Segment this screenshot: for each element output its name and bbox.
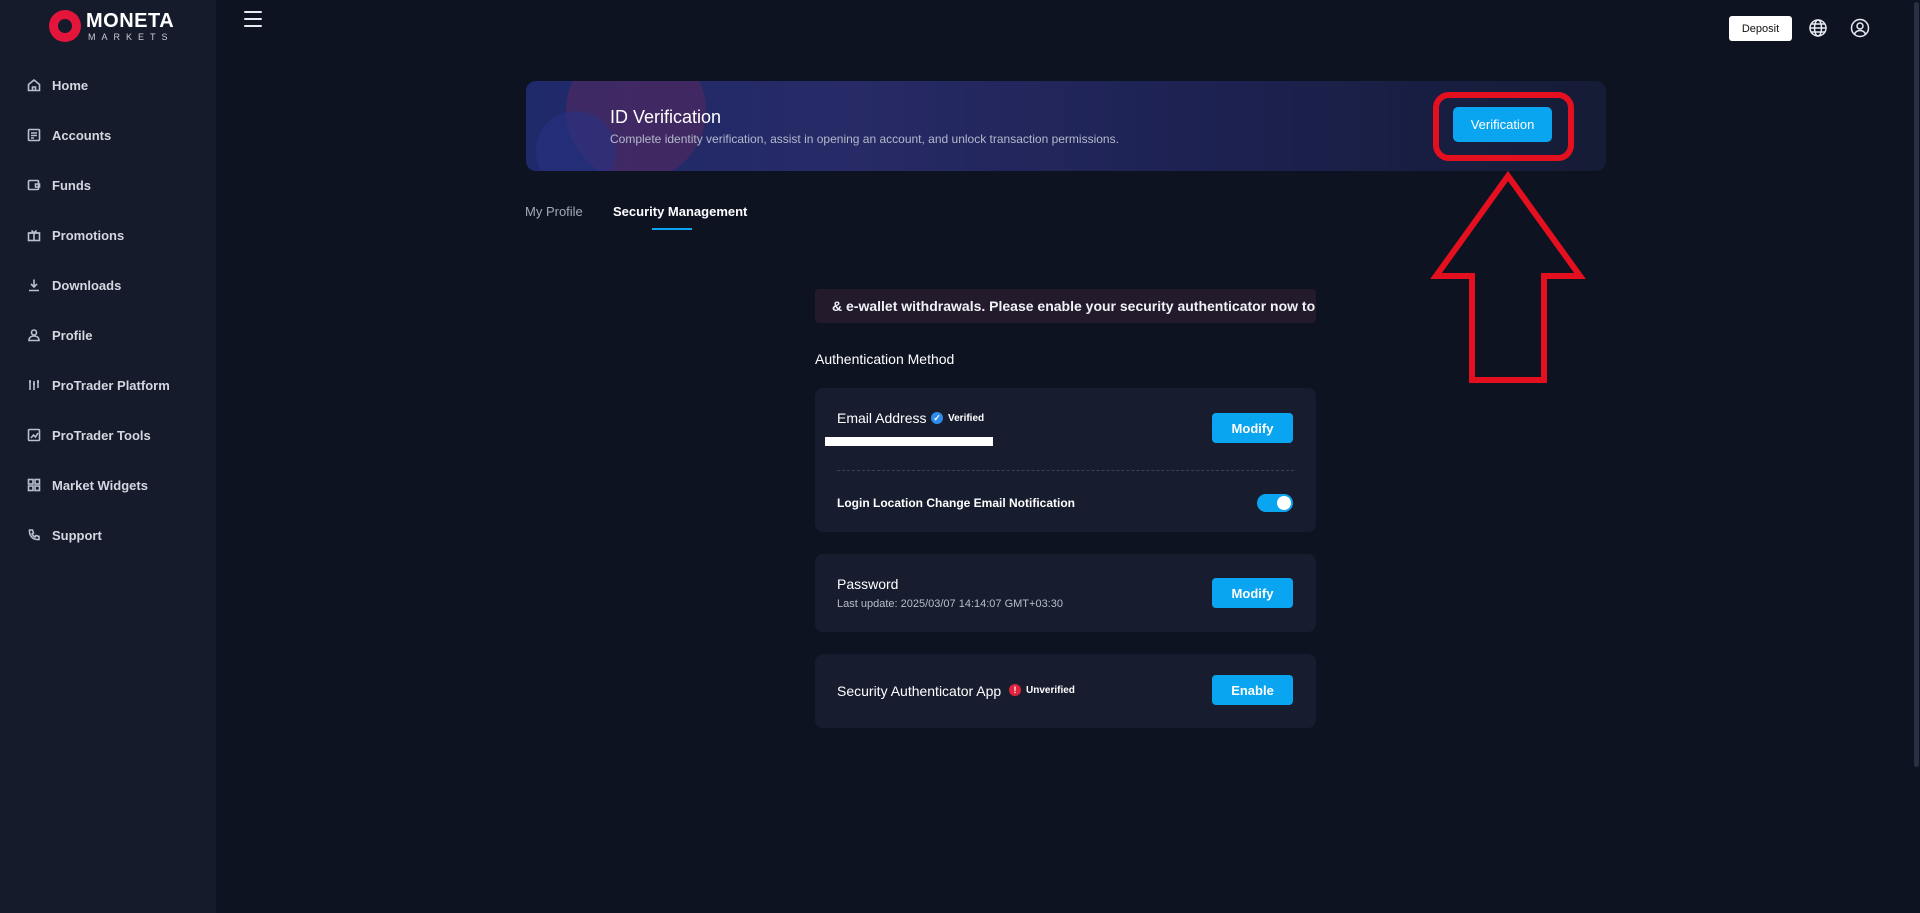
- logo-brand-sub: MARKETS: [88, 31, 174, 42]
- wallet-icon: [27, 178, 41, 192]
- user-icon: [27, 328, 41, 342]
- sidebar-item-promotions[interactable]: Promotions: [0, 210, 216, 260]
- sidebar-item-funds[interactable]: Funds: [0, 160, 216, 210]
- banner-description: Complete identity verification, assist i…: [610, 132, 1119, 146]
- login-location-notification-toggle[interactable]: [1257, 494, 1293, 512]
- globe-icon[interactable]: [1808, 18, 1828, 38]
- banner-title: ID Verification: [610, 107, 722, 127]
- sidebar-item-downloads[interactable]: Downloads: [0, 260, 216, 310]
- sidebar-item-protrader-tools[interactable]: ProTrader Tools: [0, 410, 216, 460]
- active-tab-indicator: [652, 228, 692, 230]
- logo-brand-name: MONETA: [86, 9, 175, 32]
- email-status-badge: ✓ Verified: [931, 412, 984, 424]
- authenticator-enable-button[interactable]: Enable: [1212, 675, 1293, 705]
- grid-icon: [27, 478, 41, 492]
- phone-icon: [27, 528, 41, 542]
- sidebar-item-label: Market Widgets: [52, 477, 148, 493]
- sidebar-item-accounts[interactable]: Accounts: [0, 110, 216, 160]
- sidebar-item-profile[interactable]: Profile: [0, 310, 216, 360]
- sidebar-nav: Home Accounts Funds Promotions Downloads…: [0, 60, 216, 560]
- sidebar-item-label: ProTrader Tools: [52, 427, 151, 443]
- security-notice-text: & e-wallet withdrawals. Please enable yo…: [832, 298, 1316, 314]
- home-icon: [27, 78, 41, 92]
- card-divider: [837, 470, 1294, 471]
- tab-my-profile[interactable]: My Profile: [525, 204, 583, 219]
- sidebar-item-label: Downloads: [52, 277, 122, 293]
- security-notice-banner: & e-wallet withdrawals. Please enable yo…: [815, 289, 1316, 323]
- accounts-icon: [27, 128, 41, 142]
- authenticator-status-text: Unverified: [1026, 684, 1075, 696]
- moneta-logo[interactable]: MONETA MARKETS: [49, 9, 175, 42]
- email-status-text: Verified: [948, 412, 985, 424]
- authenticator-card-title: Security Authenticator App: [837, 683, 1002, 699]
- toggle-knob: [1277, 496, 1291, 510]
- tools-chart-icon: [27, 428, 41, 442]
- password-card: Password Last update: 2025/03/07 14:14:0…: [815, 554, 1316, 632]
- sidebar-item-label: Profile: [52, 327, 93, 343]
- annotation-arrow-icon: [1430, 170, 1586, 383]
- section-title: Authentication Method: [815, 351, 955, 367]
- sidebar-item-market-widgets[interactable]: Market Widgets: [0, 460, 216, 510]
- annotation-highlight-box: [1433, 92, 1574, 161]
- email-card-title: Email Address: [837, 410, 927, 426]
- security-authenticator-card: Security Authenticator App ! Unverified …: [815, 654, 1316, 728]
- deposit-button[interactable]: Deposit: [1729, 16, 1792, 41]
- verified-check-icon: ✓: [931, 412, 943, 424]
- redacted-email-value: [825, 437, 993, 446]
- gift-icon: [27, 228, 41, 242]
- password-card-title: Password: [837, 576, 899, 592]
- menu-icon[interactable]: [244, 11, 262, 27]
- password-last-update: Last update: 2025/03/07 14:14:07 GMT+03:…: [837, 598, 1063, 610]
- sidebar-item-label: Support: [52, 527, 102, 543]
- sidebar-item-label: ProTrader Platform: [52, 377, 170, 393]
- sidebar-item-protrader-platform[interactable]: ProTrader Platform: [0, 360, 216, 410]
- email-modify-button[interactable]: Modify: [1212, 413, 1293, 443]
- sidebar-item-label: Accounts: [52, 127, 112, 143]
- warning-icon: !: [1009, 684, 1021, 696]
- sidebar-item-home[interactable]: Home: [0, 60, 216, 110]
- user-circle-icon[interactable]: [1850, 18, 1870, 38]
- scrollbar-thumb[interactable]: [1914, 2, 1919, 767]
- logo-mark-icon: [49, 10, 81, 42]
- login-location-notification-label: Login Location Change Email Notification: [837, 496, 1076, 510]
- sidebar-item-label: Promotions: [52, 227, 125, 243]
- sidebar-item-support[interactable]: Support: [0, 510, 216, 560]
- password-modify-button[interactable]: Modify: [1212, 578, 1293, 608]
- sidebar-item-label: Home: [52, 77, 89, 93]
- sidebar: MONETA MARKETS Home Accounts Funds Promo…: [0, 0, 216, 913]
- authenticator-status-badge: ! Unverified: [1009, 684, 1075, 696]
- email-address-card: Email Address ✓ Verified Modify Login Lo…: [815, 388, 1316, 532]
- tab-security-management[interactable]: Security Management: [613, 204, 747, 219]
- download-icon: [27, 278, 41, 292]
- chart-candles-icon: [27, 378, 41, 392]
- sidebar-item-label: Funds: [52, 177, 91, 193]
